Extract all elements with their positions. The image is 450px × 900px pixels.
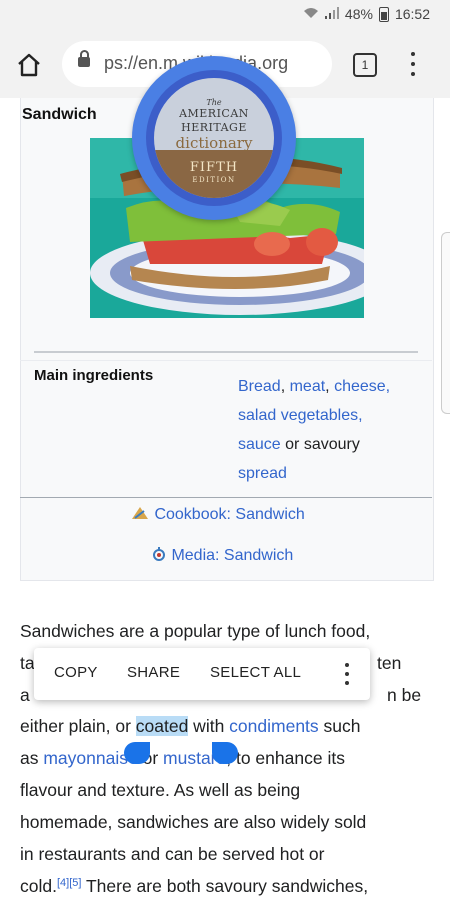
link-sauce[interactable]: sauce: [238, 436, 281, 453]
citation-link[interactable]: [5]: [69, 877, 81, 889]
home-button[interactable]: [14, 50, 44, 80]
signal-icon: [324, 6, 339, 22]
dot-icon: [345, 672, 349, 676]
article-line: in restaurants and can be served hot or: [20, 844, 325, 864]
scroll-handle[interactable]: [441, 232, 450, 414]
cookbook-icon: [130, 506, 154, 523]
select-all-button[interactable]: SELECT ALL: [210, 664, 301, 681]
battery-icon: [378, 6, 389, 22]
wifi-icon: [303, 6, 319, 22]
infobox-divider: [34, 351, 418, 353]
citation-link[interactable]: [4]: [57, 877, 69, 889]
status-indicators: 48% 16:52: [303, 6, 430, 22]
media-label: Media: Sandwich: [171, 547, 294, 564]
text-selection-menu: COPY SHARE SELECT ALL: [34, 648, 370, 700]
article-line: either plain, or coated with condiments …: [20, 716, 361, 736]
more-options-button[interactable]: [344, 662, 350, 686]
home-icon: [18, 53, 40, 77]
commons-icon: [151, 547, 171, 564]
share-button[interactable]: SHARE: [127, 664, 180, 681]
tab-switcher-button[interactable]: 1: [353, 53, 377, 77]
clock: 16:52: [394, 6, 430, 22]
dot-icon: [411, 62, 415, 66]
status-bar: 48% 16:52: [0, 0, 450, 30]
link-salad-vegetables[interactable]: salad vegetables: [238, 407, 358, 424]
dictionary-bubble[interactable]: The AMERICAN HERITAGE dictionary FIFTH E…: [132, 56, 296, 220]
article-line: Sandwiches are a popular type of lunch f…: [20, 621, 371, 641]
article-line: homemade, sandwiches are also widely sol…: [20, 812, 367, 832]
dot-icon: [345, 681, 349, 685]
infobox-title: Sandwich: [22, 106, 97, 123]
article-line: cold.[4][5] There are both savoury sandw…: [20, 876, 369, 896]
article-line: flavour and texture. As well as being: [20, 780, 301, 800]
selected-text[interactable]: coated: [135, 716, 189, 736]
link-meat[interactable]: meat: [290, 378, 326, 395]
dot-icon: [411, 72, 415, 76]
link-spread[interactable]: spread: [238, 465, 287, 482]
dot-icon: [411, 52, 415, 56]
browser-menu-button[interactable]: [408, 52, 418, 76]
selection-end-handle[interactable]: [212, 742, 238, 764]
link-bread[interactable]: Bread: [238, 378, 281, 395]
copy-button[interactable]: COPY: [54, 664, 98, 681]
dot-icon: [345, 663, 349, 667]
battery-percent: 48%: [344, 6, 373, 22]
link-cheese[interactable]: cheese: [334, 378, 386, 395]
ingredients-label: Main ingredients: [34, 367, 154, 384]
link-condiments[interactable]: condiments: [229, 716, 319, 736]
media-link[interactable]: Media: Sandwich: [151, 546, 293, 565]
cookbook-link[interactable]: Cookbook: Sandwich: [130, 505, 305, 524]
dictionary-logo: The AMERICAN HERITAGE dictionary FIFTH E…: [154, 78, 274, 198]
cookbook-label: Cookbook: Sandwich: [154, 506, 305, 523]
lock-icon: [78, 50, 90, 67]
selection-start-handle[interactable]: [124, 742, 150, 764]
ingredients-list: Bread, meat, cheese, salad vegetables, s…: [238, 378, 391, 482]
